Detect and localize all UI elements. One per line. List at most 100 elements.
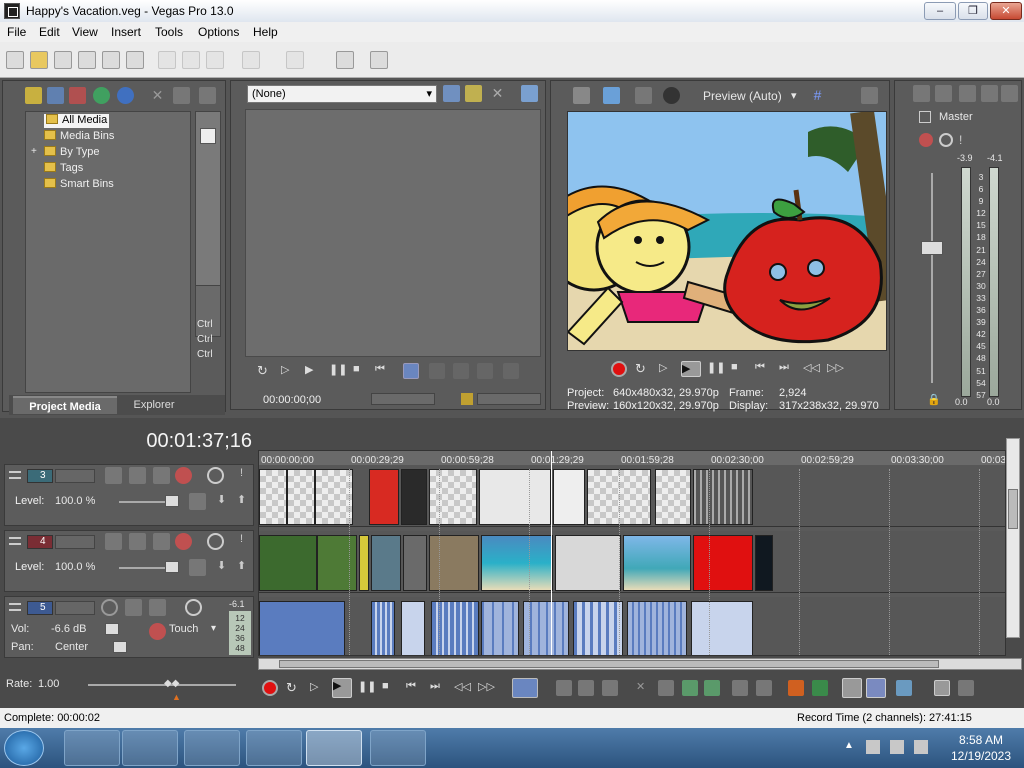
- compositing-mode-icon[interactable]: [105, 533, 122, 550]
- previous-frame-icon[interactable]: ◁◁: [803, 361, 820, 377]
- automation-icon[interactable]: [149, 623, 166, 640]
- video-clip[interactable]: [693, 535, 753, 591]
- pause-icon[interactable]: ❚❚: [358, 680, 376, 696]
- trimmer-clear-icon[interactable]: ✕: [489, 85, 506, 102]
- trimmer-dropdown[interactable]: (None): [247, 85, 437, 103]
- maximize-button[interactable]: ❐: [958, 2, 988, 20]
- insert-region-icon[interactable]: [812, 680, 828, 696]
- video-clip[interactable]: [429, 535, 479, 591]
- menu-insert[interactable]: Insert: [111, 25, 141, 39]
- audio-clip[interactable]: [401, 601, 425, 655]
- undo-icon[interactable]: [242, 51, 260, 69]
- previous-frame-icon[interactable]: ◁◁: [454, 680, 471, 696]
- action-center-icon[interactable]: [866, 740, 880, 754]
- normal-edit-tool-icon[interactable]: [512, 678, 538, 698]
- video-clip[interactable]: [655, 469, 691, 525]
- trimmer-marker-icon[interactable]: [461, 393, 473, 405]
- audio-clip[interactable]: [573, 601, 623, 655]
- video-clip[interactable]: [755, 535, 773, 591]
- menu-file[interactable]: File: [7, 25, 26, 39]
- media-player-icon[interactable]: [184, 730, 240, 766]
- menu-view[interactable]: View: [72, 25, 98, 39]
- lock-envelopes-icon[interactable]: [934, 680, 950, 696]
- preview-properties-icon[interactable]: [573, 87, 590, 104]
- track-fx-icon[interactable]: [175, 533, 192, 550]
- internet-explorer-icon[interactable]: [64, 730, 120, 766]
- audio-clip[interactable]: [371, 601, 395, 655]
- video-clip[interactable]: [359, 535, 369, 591]
- audio-clip[interactable]: [627, 601, 687, 655]
- audio-lane-5[interactable]: [259, 597, 1005, 655]
- menu-help[interactable]: Help: [253, 25, 278, 39]
- video-clip[interactable]: [555, 535, 621, 591]
- save-as-icon[interactable]: [78, 51, 96, 69]
- video-clip[interactable]: [693, 469, 753, 525]
- audio-clip[interactable]: [691, 601, 753, 655]
- pan-slider[interactable]: [113, 641, 127, 653]
- video-clip[interactable]: [479, 469, 551, 525]
- solo-icon[interactable]: !: [233, 467, 250, 484]
- import-media-icon[interactable]: [25, 87, 42, 104]
- play-from-start-icon[interactable]: ▷: [310, 680, 326, 696]
- properties-icon[interactable]: [126, 51, 144, 69]
- video-clip[interactable]: [481, 535, 553, 591]
- trimmer-range-bar[interactable]: [477, 393, 541, 405]
- solo-icon[interactable]: !: [233, 533, 250, 550]
- playhead[interactable]: [551, 451, 552, 655]
- video-clip[interactable]: [369, 469, 399, 525]
- tree-item-all-media[interactable]: All Media: [44, 114, 110, 128]
- snapping-icon[interactable]: [842, 678, 862, 698]
- grid-icon[interactable]: #: [809, 87, 826, 104]
- level-slider[interactable]: [165, 495, 179, 507]
- motion-icon[interactable]: [153, 533, 170, 550]
- render-as-icon[interactable]: [102, 51, 120, 69]
- preview-quality-dropdown[interactable]: Preview (Auto): [703, 89, 782, 103]
- go-to-start-icon[interactable]: ⏮: [755, 361, 771, 377]
- volume-icon[interactable]: [914, 740, 928, 754]
- tree-item-tags[interactable]: Tags: [44, 162, 83, 176]
- down-arrow-icon[interactable]: ⬇: [213, 493, 230, 510]
- motion-icon[interactable]: [153, 467, 170, 484]
- scroll-thumb[interactable]: [1008, 489, 1018, 529]
- external-monitor-icon[interactable]: [603, 87, 620, 104]
- start-button[interactable]: [4, 730, 44, 766]
- tab-project-media[interactable]: Project Media: [13, 396, 117, 414]
- chevron-down-icon[interactable]: ▾: [791, 89, 797, 102]
- video-clip[interactable]: [403, 535, 427, 591]
- open-folder-icon[interactable]: [30, 51, 48, 69]
- downmix-icon[interactable]: [959, 85, 976, 102]
- go-to-end-icon[interactable]: ⏭: [430, 680, 446, 696]
- pan-crop-icon[interactable]: [129, 533, 146, 550]
- envelope-tool-icon[interactable]: [556, 680, 572, 696]
- remove-icon[interactable]: ✕: [149, 87, 166, 104]
- tree-item-smart-bins[interactable]: Smart Bins: [44, 178, 114, 192]
- tree-item-media-bins[interactable]: Media Bins: [44, 130, 114, 144]
- mute-icon[interactable]: [939, 133, 953, 147]
- ignore-grouping-icon[interactable]: [958, 680, 974, 696]
- video-clip[interactable]: [429, 469, 477, 525]
- split-icon[interactable]: [732, 680, 748, 696]
- up-arrow-icon[interactable]: ⬆: [233, 493, 250, 510]
- mute-icon[interactable]: [185, 599, 202, 616]
- video-clip[interactable]: [371, 535, 401, 591]
- expand-icon[interactable]: +: [31, 146, 37, 157]
- up-arrow-icon[interactable]: ⬆: [233, 559, 250, 576]
- go-to-start-icon[interactable]: ⏮: [406, 680, 422, 696]
- pan-crop-icon[interactable]: [129, 467, 146, 484]
- audio-clip[interactable]: [481, 601, 519, 655]
- delete-icon[interactable]: ✕: [636, 680, 652, 696]
- down-arrow-icon[interactable]: ⬇: [213, 559, 230, 576]
- trim-icon[interactable]: [658, 680, 674, 696]
- subclip-icon[interactable]: [477, 363, 493, 379]
- go-to-start-icon[interactable]: ⏮: [375, 363, 391, 379]
- trimmer-scrub-bar[interactable]: [371, 393, 435, 405]
- copy-icon[interactable]: [182, 51, 200, 69]
- search-icon[interactable]: [117, 87, 134, 104]
- loop-icon[interactable]: ↻: [286, 680, 302, 696]
- solo-icon[interactable]: !: [959, 133, 973, 147]
- play-from-start-icon[interactable]: ▷: [659, 361, 675, 377]
- insert-bus-icon[interactable]: [913, 85, 930, 102]
- video-clip[interactable]: [317, 535, 357, 591]
- track-menu-icon[interactable]: [9, 537, 21, 545]
- video-lane-4[interactable]: [259, 531, 1005, 593]
